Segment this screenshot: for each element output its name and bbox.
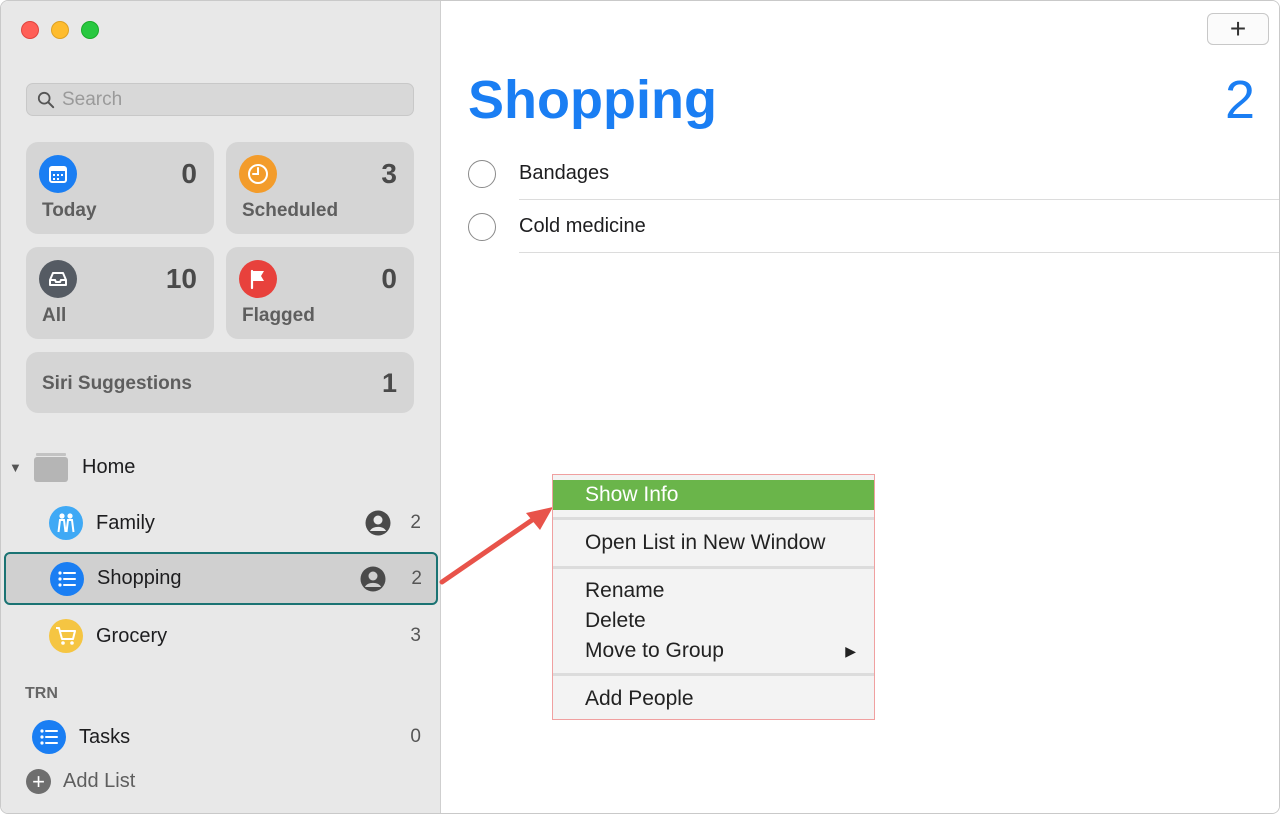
- menu-item-show-info[interactable]: Show Info: [553, 480, 874, 510]
- list-title: Shopping: [468, 70, 717, 130]
- sidebar-item-family[interactable]: Family 2: [49, 498, 431, 548]
- clock-icon: [239, 155, 277, 193]
- tasks-label: Tasks: [79, 725, 131, 748]
- scheduled-label: Scheduled: [242, 200, 339, 221]
- folder-icon: [34, 453, 68, 482]
- siri-suggestions[interactable]: Siri Suggestions 1: [26, 352, 414, 413]
- group-home-label: Home: [82, 455, 136, 478]
- cart-icon: [49, 619, 83, 653]
- tasks-count: 0: [410, 726, 421, 747]
- shared-person-icon: [365, 510, 391, 536]
- reminder-title: Cold medicine: [519, 215, 646, 237]
- all-label: All: [42, 305, 67, 326]
- family-count: 2: [410, 512, 421, 533]
- list-icon: [50, 561, 84, 596]
- minimize-button[interactable]: [51, 21, 69, 39]
- menu-separator: [553, 566, 874, 569]
- sidebar-item-grocery[interactable]: Grocery 3: [49, 611, 431, 661]
- group-home[interactable]: ▼ Home: [9, 449, 135, 485]
- menu-separator: [553, 517, 874, 520]
- grocery-count: 3: [410, 625, 421, 646]
- search-field[interactable]: [26, 83, 414, 116]
- calendar-icon: [39, 155, 77, 193]
- smart-list-flagged[interactable]: 0 Flagged: [226, 247, 414, 339]
- smart-list-today[interactable]: 0 Today: [26, 142, 214, 234]
- reminder-checkbox[interactable]: [468, 160, 496, 188]
- today-label: Today: [42, 200, 97, 221]
- context-menu: Show Info Open List in New Window Rename…: [552, 474, 875, 720]
- reminder-checkbox[interactable]: [468, 213, 496, 241]
- reminder-item[interactable]: Bandages: [468, 147, 1279, 200]
- add-list-label: Add List: [63, 770, 136, 792]
- disclosure-triangle-icon[interactable]: ▼: [9, 460, 25, 475]
- shopping-count: 2: [411, 567, 422, 589]
- plus-circle-icon: +: [26, 769, 51, 794]
- reminder-title: Bandages: [519, 162, 610, 184]
- list-count: 2: [1224, 70, 1255, 130]
- tray-icon: [39, 260, 77, 298]
- search-input[interactable]: [62, 88, 392, 111]
- flagged-count: 0: [381, 263, 397, 294]
- window-controls: [21, 21, 99, 39]
- list-icon: [32, 720, 66, 754]
- close-button[interactable]: [21, 21, 39, 39]
- move-to-group-label: Move to Group: [585, 639, 724, 662]
- scheduled-count: 3: [381, 158, 397, 189]
- annotation-arrow: [439, 507, 553, 585]
- people-icon: [49, 506, 83, 540]
- submenu-arrow-icon: ▶: [845, 642, 856, 659]
- menu-item-add-people[interactable]: Add People: [553, 684, 874, 714]
- flag-icon: [239, 260, 277, 298]
- zoom-button[interactable]: [81, 21, 99, 39]
- add-list-button[interactable]: + Add List: [26, 769, 135, 794]
- menu-item-delete[interactable]: Delete: [553, 606, 874, 636]
- grocery-label: Grocery: [96, 624, 168, 647]
- siri-suggestions-label: Siri Suggestions: [42, 373, 192, 394]
- reminder-item[interactable]: Cold medicine: [468, 200, 1279, 253]
- menu-item-move-to-group[interactable]: Move to Group ▶: [553, 636, 874, 666]
- flagged-label: Flagged: [242, 305, 315, 326]
- divider: [519, 252, 1279, 253]
- shopping-label: Shopping: [97, 567, 182, 589]
- smart-list-scheduled[interactable]: 3 Scheduled: [226, 142, 414, 234]
- sidebar: 0 Today 3 Scheduled 10 All: [1, 1, 441, 813]
- siri-suggestions-count: 1: [381, 368, 397, 398]
- menu-item-open-list-in-new-window[interactable]: Open List in New Window: [553, 528, 874, 558]
- sidebar-item-shopping[interactable]: Shopping 2: [4, 552, 438, 605]
- smart-list-all[interactable]: 10 All: [26, 247, 214, 339]
- shared-person-icon: [360, 566, 386, 591]
- all-count: 10: [165, 263, 197, 294]
- menu-item-rename[interactable]: Rename: [553, 576, 874, 606]
- today-count: 0: [181, 158, 197, 189]
- sidebar-item-tasks[interactable]: Tasks 0: [32, 712, 431, 762]
- search-icon: [37, 91, 55, 108]
- section-trn-label: TRN: [25, 685, 58, 702]
- menu-separator: [553, 673, 874, 676]
- family-label: Family: [96, 511, 155, 534]
- add-reminder-button[interactable]: +: [1207, 13, 1269, 45]
